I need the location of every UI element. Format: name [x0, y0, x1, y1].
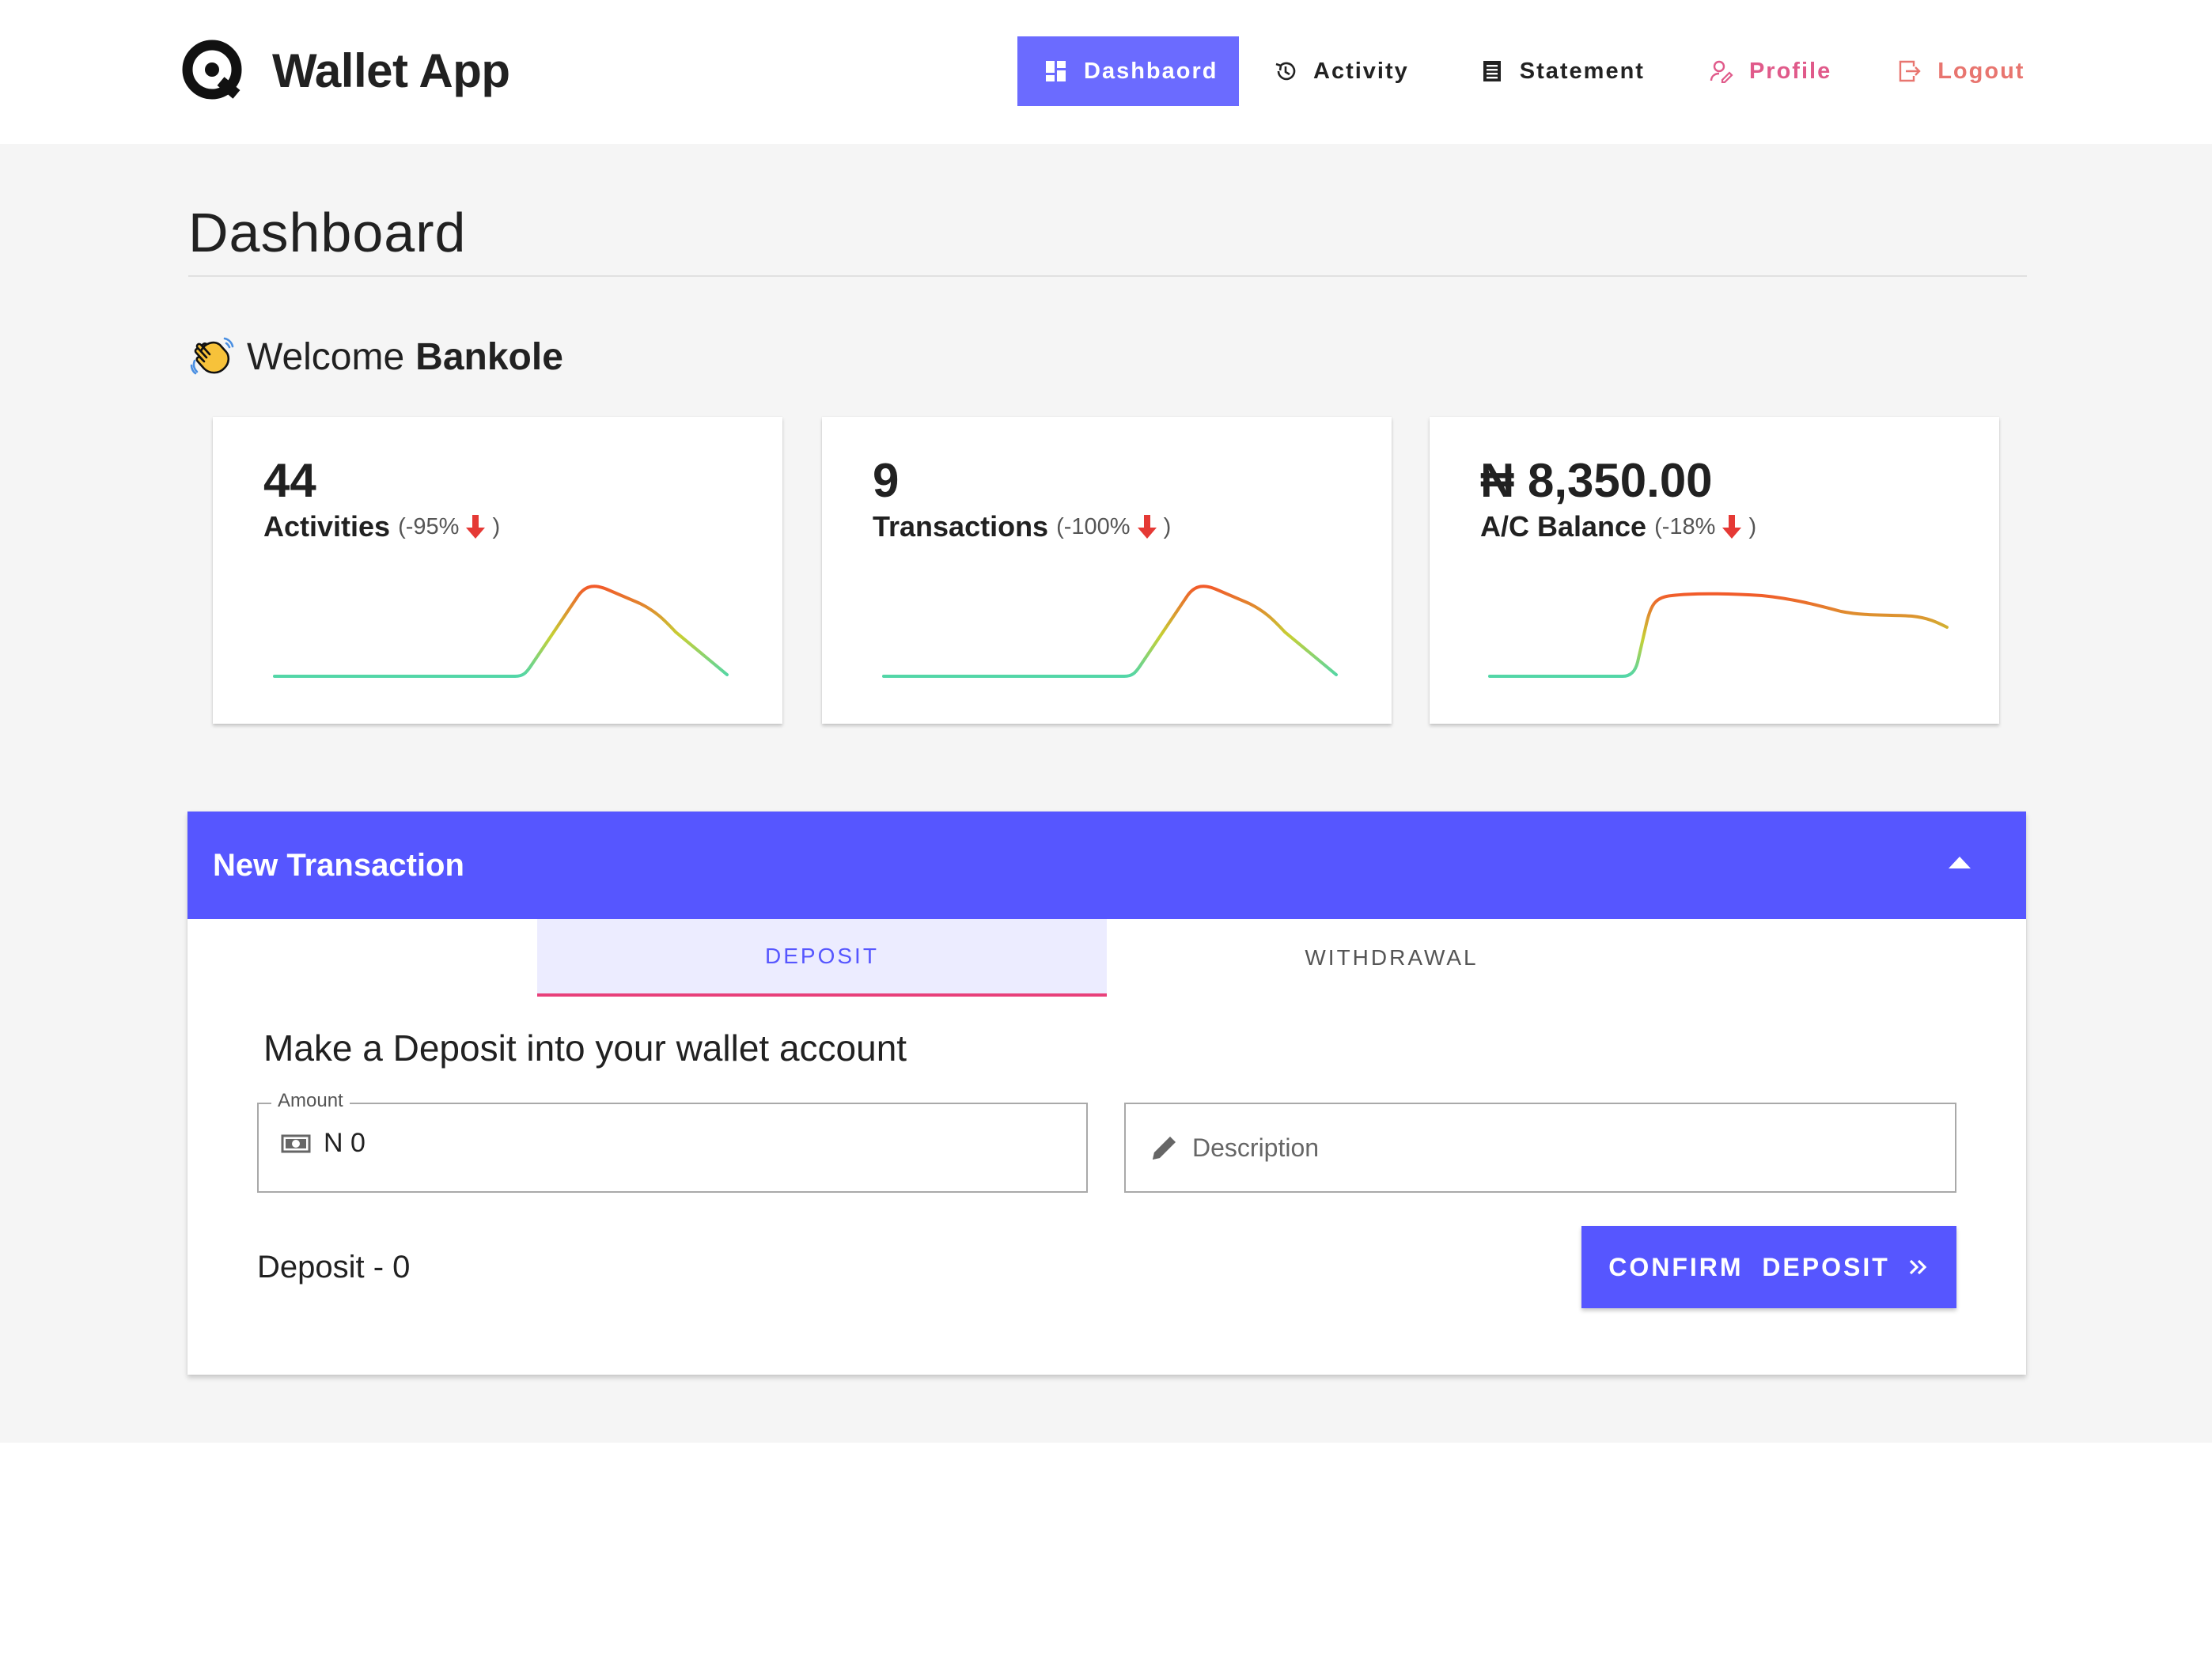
page-title: Dashboard	[188, 202, 467, 263]
main-nav: Dashbaord Activity Statement Profile Log…	[1017, 36, 2025, 106]
deposit-total: Deposit - 0	[257, 1250, 411, 1285]
stat-change: (-95% )	[398, 513, 500, 540]
sparkline-chart	[882, 585, 1338, 678]
welcome-prefix: Welcome	[247, 335, 405, 378]
user-edit-icon	[1710, 60, 1733, 83]
nav-dashboard-label: Dashbaord	[1084, 58, 1218, 84]
amount-input-value[interactable]: N 0	[324, 1128, 366, 1159]
stat-change-value: (-95%	[398, 513, 460, 539]
q-logo-icon	[180, 38, 245, 103]
deposit-heading: Make a Deposit into your wallet account	[263, 1027, 907, 1069]
main-content: Dashboard Welcome Bankole 44 Activities …	[0, 144, 2212, 1443]
nav-statement-label: Statement	[1519, 58, 1645, 84]
logout-icon	[1900, 60, 1921, 82]
money-icon	[281, 1134, 311, 1152]
stat-label-row: Activities (-95% )	[263, 510, 500, 543]
nav-dashboard[interactable]: Dashbaord	[1017, 36, 1239, 106]
stat-value: ₦ 8,350.00	[1480, 454, 1713, 507]
sparkline-chart	[1488, 592, 1949, 678]
amount-label: Amount	[271, 1090, 350, 1112]
double-chevron-right-icon	[1909, 1259, 1927, 1275]
stat-change-value: (-18%	[1654, 513, 1716, 539]
stat-label: A/C Balance	[1480, 510, 1647, 543]
pencil-icon	[1153, 1137, 1176, 1160]
tab-withdrawal[interactable]: WITHDRAWAL	[1107, 919, 1676, 997]
title-divider	[188, 275, 2027, 277]
brand[interactable]: Wallet App	[180, 35, 510, 106]
statement-icon	[1483, 61, 1501, 81]
description-placeholder[interactable]: Description	[1192, 1133, 1319, 1163]
stat-change-close: )	[1748, 513, 1757, 539]
stat-change-value: (-100%	[1056, 513, 1131, 539]
stat-change: (-100% )	[1056, 513, 1171, 540]
top-navbar: Wallet App Dashbaord Activity Statement …	[0, 0, 2212, 144]
stat-change: (-18% )	[1654, 513, 1756, 540]
waving-hand-icon	[190, 337, 234, 375]
dashboard-icon	[1046, 61, 1066, 81]
stat-value: 9	[873, 454, 900, 507]
stat-value: 44	[263, 454, 316, 507]
stat-label: Activities	[263, 510, 391, 543]
tab-deposit[interactable]: DEPOSIT	[537, 919, 1107, 997]
caret-up-icon	[1949, 857, 1971, 868]
stat-label: Transactions	[873, 510, 1049, 543]
nav-activity[interactable]: Activity	[1274, 36, 1409, 106]
stat-card-balance: ₦ 8,350.00 A/C Balance (-18% )	[1430, 417, 1999, 724]
nav-logout[interactable]: Logout	[1898, 36, 2025, 106]
stat-label-row: Transactions (-100% )	[873, 510, 1171, 543]
user-name: Bankole	[415, 335, 563, 378]
stat-label-row: A/C Balance (-18% )	[1480, 510, 1756, 543]
amount-input-row: N 0	[281, 1128, 366, 1159]
stat-card-transactions: 9 Transactions (-100% )	[822, 417, 1392, 724]
history-icon	[1275, 62, 1296, 81]
nav-statement[interactable]: Statement	[1480, 36, 1645, 106]
confirm-deposit-label: CONFIRM DEPOSIT	[1608, 1252, 1890, 1281]
app-title: Wallet App	[272, 44, 510, 97]
arrow-down-icon	[466, 515, 486, 539]
nav-profile[interactable]: Profile	[1710, 36, 1831, 106]
panel-header[interactable]: New Transaction	[187, 812, 2026, 919]
new-transaction-panel: New Transaction DEPOSIT WITHDRAWAL Make …	[187, 812, 2026, 1375]
arrow-down-icon	[1722, 515, 1742, 539]
stat-change-close: )	[492, 513, 501, 539]
description-field[interactable]: Description	[1124, 1103, 1956, 1193]
panel-title: New Transaction	[213, 848, 464, 883]
description-input-row: Description	[1150, 1133, 1319, 1163]
nav-activity-label: Activity	[1313, 58, 1409, 84]
sparkline-chart	[273, 585, 729, 678]
stat-change-close: )	[1163, 513, 1172, 539]
confirm-deposit-button[interactable]: CONFIRM DEPOSIT	[1581, 1226, 1956, 1308]
collapse-toggle[interactable]	[1947, 854, 1972, 876]
nav-profile-label: Profile	[1748, 58, 1832, 84]
nav-logout-label: Logout	[1937, 58, 2025, 84]
stat-card-activities: 44 Activities (-95% )	[213, 417, 782, 724]
welcome-message: Welcome Bankole	[190, 334, 563, 380]
amount-field[interactable]: Amount N 0	[257, 1090, 1088, 1193]
arrow-down-icon	[1137, 515, 1157, 539]
